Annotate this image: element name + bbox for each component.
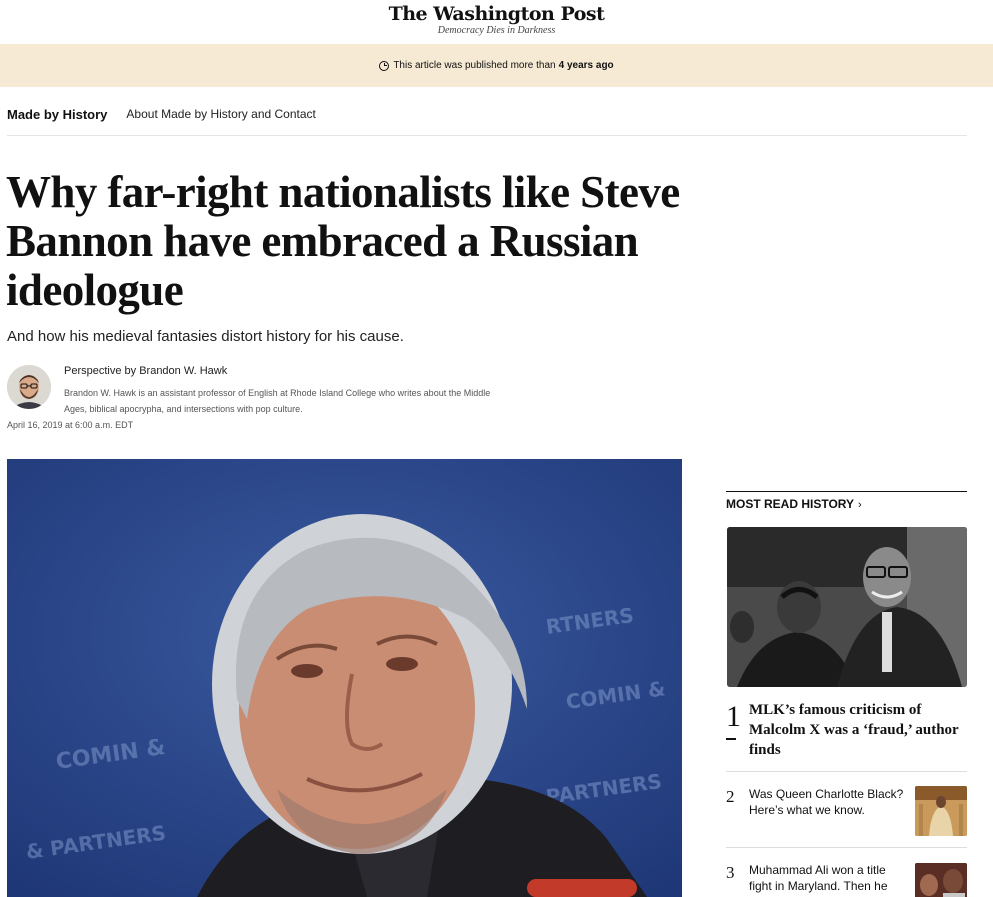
divider bbox=[726, 738, 736, 740]
most-read-title[interactable]: Muhammad Ali won a title fight in Maryla… bbox=[749, 862, 909, 894]
rank-number: 2 bbox=[726, 787, 735, 806]
chevron-right-icon: › bbox=[858, 499, 862, 511]
tagline: Democracy Dies in Darkness bbox=[437, 25, 556, 36]
about-link[interactable]: About Made by History and Contact bbox=[126, 107, 315, 121]
section-nav: Made by History About Made by History an… bbox=[7, 104, 316, 124]
most-read-thumbnail[interactable] bbox=[915, 786, 967, 836]
most-read-title[interactable]: Was Queen Charlotte Black? Here’s what w… bbox=[749, 786, 909, 818]
lead-photo: COMIN & RTNERS COMIN & PARTNERS & PARTNE… bbox=[7, 459, 682, 897]
byline[interactable]: Perspective by Brandon W. Hawk bbox=[64, 365, 227, 377]
published-age: 4 years ago bbox=[558, 60, 614, 71]
most-read-photo[interactable] bbox=[727, 527, 967, 687]
most-read-heading[interactable]: MOST READ HISTORY › bbox=[726, 497, 862, 511]
article-headline: Why far-right nationalists like Steve Ba… bbox=[6, 167, 680, 315]
most-read-item[interactable]: 3 Muhammad Ali won a title fight in Mary… bbox=[726, 860, 967, 897]
section-link-made-by-history[interactable]: Made by History bbox=[7, 107, 107, 122]
divider bbox=[7, 135, 967, 136]
author-avatar[interactable] bbox=[7, 365, 51, 409]
masthead: The Washington Post Democracy Dies in Da… bbox=[0, 0, 993, 44]
most-read-label: MOST READ HISTORY bbox=[726, 497, 855, 511]
washington-post-logo[interactable]: The Washington Post bbox=[0, 3, 993, 25]
most-read-item[interactable]: 2 Was Queen Charlotte Black? Here’s what… bbox=[726, 784, 967, 848]
most-read-title[interactable]: MLK’s famous criticism of Malcolm X was … bbox=[749, 700, 967, 760]
most-read-item[interactable]: 1 MLK’s famous criticism of Malcolm X wa… bbox=[726, 700, 967, 772]
published-banner: This article was published more than 4 y… bbox=[0, 44, 993, 87]
most-read-thumbnail[interactable] bbox=[915, 863, 967, 897]
article-dek: And how his medieval fantasies distort h… bbox=[7, 328, 404, 345]
published-text: This article was published more than bbox=[393, 60, 556, 71]
rank-number: 3 bbox=[726, 863, 735, 882]
clock-icon bbox=[379, 60, 390, 71]
rank-number: 1 bbox=[726, 700, 741, 733]
divider bbox=[726, 491, 967, 492]
publish-date: April 16, 2019 at 6:00 a.m. EDT bbox=[7, 420, 134, 430]
author-bio: Brandon W. Hawk is an assistant professo… bbox=[64, 388, 491, 414]
